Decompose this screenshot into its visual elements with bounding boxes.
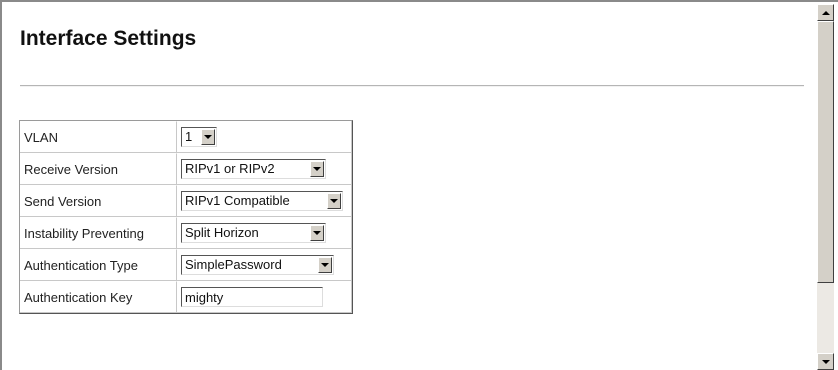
scroll-up-arrow-icon[interactable] (817, 4, 834, 21)
receive-version-select[interactable]: RIPv1 or RIPv2 (181, 158, 326, 179)
send-version-label: Send Version (20, 185, 177, 217)
send-version-select[interactable]: RIPv1 Compatible (181, 190, 343, 211)
row-instability-preventing: Instability Preventing Split Horizon (20, 217, 352, 249)
interface-settings-table: VLAN 1 Receive Version RIPv1 or RIPv2 Se… (19, 120, 353, 314)
dropdown-arrow-icon[interactable] (327, 192, 341, 209)
row-vlan: VLAN 1 (20, 121, 352, 153)
row-authentication-key: Authentication Key mighty (20, 281, 352, 313)
row-send-version: Send Version RIPv1 Compatible (20, 185, 352, 217)
instability-preventing-label: Instability Preventing (20, 217, 177, 249)
vlan-label: VLAN (20, 121, 177, 153)
authentication-type-label: Authentication Type (20, 249, 177, 281)
vertical-scrollbar[interactable] (817, 4, 834, 370)
page-title: Interface Settings (20, 27, 197, 50)
receive-version-label: Receive Version (20, 153, 177, 185)
authentication-type-select-value: SimplePassword (185, 257, 282, 272)
title-divider (20, 85, 804, 87)
dropdown-arrow-icon[interactable] (318, 256, 332, 273)
scrollbar-thumb[interactable] (817, 21, 834, 283)
dropdown-arrow-icon[interactable] (310, 160, 324, 177)
scroll-down-arrow-icon[interactable] (817, 353, 834, 370)
authentication-type-select[interactable]: SimplePassword (181, 254, 334, 275)
dropdown-arrow-icon[interactable] (310, 224, 324, 241)
receive-version-select-value: RIPv1 or RIPv2 (185, 161, 275, 176)
dropdown-arrow-icon[interactable] (201, 128, 215, 145)
vlan-select[interactable]: 1 (181, 126, 217, 147)
row-authentication-type: Authentication Type SimplePassword (20, 249, 352, 281)
instability-preventing-select-value: Split Horizon (185, 225, 259, 240)
send-version-select-value: RIPv1 Compatible (185, 193, 290, 208)
vlan-select-value: 1 (185, 129, 193, 144)
authentication-key-input[interactable]: mighty (181, 286, 323, 307)
instability-preventing-select[interactable]: Split Horizon (181, 222, 326, 243)
row-receive-version: Receive Version RIPv1 or RIPv2 (20, 153, 352, 185)
authentication-key-label: Authentication Key (20, 281, 177, 313)
